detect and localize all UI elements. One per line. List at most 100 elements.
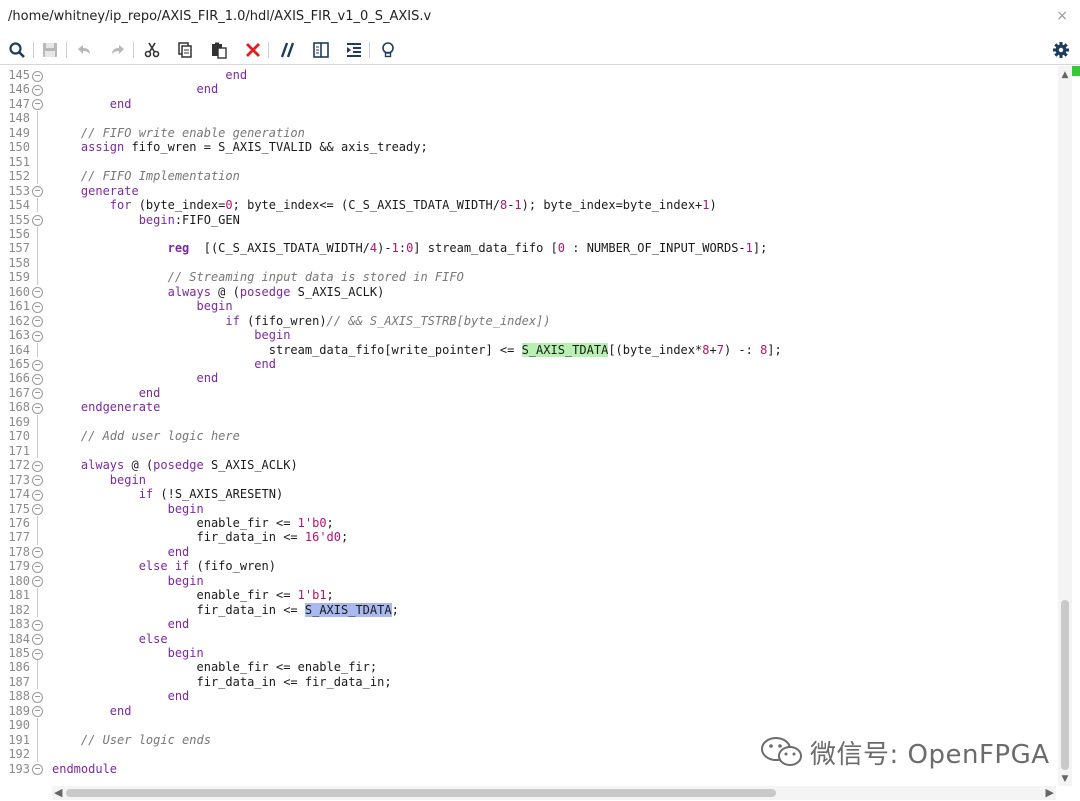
lightbulb-icon[interactable]: [376, 38, 400, 62]
indent-icon[interactable]: [342, 38, 366, 62]
fold-toggle-icon[interactable]: −: [32, 561, 43, 573]
code-line[interactable]: // User logic ends: [52, 733, 211, 747]
gear-icon[interactable]: [1049, 38, 1073, 62]
copy-icon[interactable]: [173, 38, 197, 62]
close-icon[interactable]: ×: [1056, 8, 1068, 24]
code-token-cm: // User logic ends: [80, 732, 211, 747]
code-line[interactable]: // FIFO write enable generation: [52, 126, 305, 140]
fold-toggle-icon[interactable]: −: [32, 634, 43, 646]
search-icon[interactable]: [5, 38, 29, 62]
code-line[interactable]: stream_data_fifo[write_pointer] <= S_AXI…: [52, 342, 782, 357]
fold-toggle-icon[interactable]: −: [32, 330, 43, 342]
code-line[interactable]: enable_fir <= 1'b1;: [52, 588, 333, 602]
code-token-kw: generate: [80, 183, 139, 198]
fold-toggle-icon[interactable]: −: [32, 388, 43, 400]
scroll-down-arrow-icon[interactable]: ▼: [1058, 774, 1072, 784]
code-line[interactable]: enable_fir <= 1'b0;: [52, 515, 333, 530]
fold-guide-line: [37, 125, 38, 141]
horizontal-scrollbar[interactable]: ◀ ▶: [52, 786, 1056, 800]
code-line[interactable]: // Streaming input data is stored in FIF…: [52, 270, 464, 284]
code-line[interactable]: if (fifo_wren)// && S_AXIS_TSTRB[byte_in…: [52, 314, 550, 328]
fold-toggle-icon[interactable]: −: [32, 504, 43, 515]
code-line[interactable]: begin:FIFO_GEN: [52, 213, 240, 227]
code-line[interactable]: begin: [52, 574, 204, 588]
code-line[interactable]: fir_data_in <= S_AXIS_TDATA;: [52, 602, 399, 617]
fold-toggle-icon[interactable]: −: [32, 301, 43, 313]
scroll-up-arrow-icon[interactable]: ▲: [1058, 70, 1072, 80]
code-line[interactable]: // Add user logic here: [52, 429, 240, 443]
code-line[interactable]: end: [52, 545, 190, 559]
fold-toggle-icon[interactable]: −: [32, 373, 43, 385]
fold-toggle-icon[interactable]: −: [32, 359, 43, 371]
code-line[interactable]: end: [52, 82, 219, 96]
paste-icon[interactable]: [207, 38, 231, 62]
fold-toggle-icon[interactable]: −: [32, 619, 43, 631]
code-line[interactable]: if (!S_AXIS_ARESETN): [52, 487, 284, 501]
comment-icon[interactable]: [275, 38, 299, 62]
code-line[interactable]: always @ (posedge S_AXIS_ACLK): [52, 458, 298, 472]
fold-toggle-icon[interactable]: −: [32, 316, 43, 328]
code-line[interactable]: end: [52, 704, 132, 718]
code-token: :: [398, 241, 407, 256]
fold-toggle-icon[interactable]: −: [32, 489, 43, 501]
code-line[interactable]: end: [52, 617, 190, 631]
code-token: (byte_index=: [131, 198, 226, 213]
fold-toggle-icon[interactable]: −: [32, 576, 43, 588]
code-line[interactable]: end: [52, 97, 132, 111]
fold-toggle-icon[interactable]: −: [32, 287, 43, 299]
scroll-right-arrow-icon[interactable]: ▶: [1046, 786, 1054, 799]
code-line[interactable]: else: [52, 632, 168, 646]
code-line[interactable]: reg [(C_S_AXIS_TDATA_WIDTH/4)-1:0] strea…: [52, 241, 768, 256]
line-number: 176: [8, 515, 30, 530]
fold-toggle-icon[interactable]: −: [32, 70, 43, 82]
redo-icon[interactable]: [106, 38, 130, 62]
fold-toggle-icon[interactable]: −: [32, 691, 43, 703]
code-line[interactable]: endgenerate: [52, 400, 160, 414]
code-line[interactable]: endmodule: [52, 762, 117, 776]
code-token-nm: 1'b0: [297, 515, 327, 530]
code-line[interactable]: enable_fir <= enable_fir;: [52, 660, 377, 674]
delete-icon[interactable]: [241, 38, 265, 62]
vertical-scrollbar[interactable]: ▲ ▼: [1058, 66, 1072, 786]
vertical-scroll-thumb[interactable]: [1061, 600, 1069, 770]
code-line[interactable]: begin: [52, 328, 290, 342]
code-line[interactable]: fir_data_in <= 16'd0;: [52, 530, 348, 544]
fold-toggle-icon[interactable]: −: [32, 547, 43, 559]
fold-toggle-icon[interactable]: −: [32, 99, 43, 111]
fold-toggle-icon[interactable]: −: [32, 186, 43, 198]
code-line[interactable]: else if (fifo_wren): [52, 559, 276, 573]
fold-toggle-icon[interactable]: −: [32, 460, 43, 472]
save-icon[interactable]: [38, 38, 62, 62]
code-line[interactable]: end: [52, 689, 190, 703]
horizontal-scroll-thumb[interactable]: [66, 789, 776, 797]
code-editor[interactable]: 145−146−147−148 149 150 151 152 153−154 155−15…: [0, 66, 1056, 786]
scroll-left-arrow-icon[interactable]: ◀: [54, 786, 62, 799]
code-line[interactable]: end: [52, 386, 161, 400]
code-line[interactable]: end: [52, 371, 219, 385]
code-line[interactable]: fir_data_in <= fir_data_in;: [52, 675, 391, 689]
code-line[interactable]: always @ (posedge S_AXIS_ACLK): [52, 285, 385, 299]
code-line[interactable]: assign fifo_wren = S_AXIS_TVALID && axis…: [52, 140, 428, 154]
code-line[interactable]: // FIFO Implementation: [52, 169, 240, 183]
fold-toggle-icon[interactable]: −: [32, 764, 43, 776]
toggle-block-icon[interactable]: [309, 38, 333, 62]
fold-toggle-icon[interactable]: −: [32, 706, 43, 718]
code-line[interactable]: begin: [52, 502, 204, 516]
fold-toggle-icon[interactable]: −: [32, 402, 43, 414]
fold-toggle-icon[interactable]: −: [32, 84, 43, 96]
fold-toggle-icon[interactable]: −: [32, 475, 43, 487]
code-line[interactable]: end: [52, 68, 247, 82]
toolbar-separator: [268, 42, 269, 58]
code-line[interactable]: generate: [52, 184, 139, 198]
undo-icon[interactable]: [72, 38, 96, 62]
code-line[interactable]: for (byte_index=0; byte_index<= (C_S_AXI…: [52, 198, 717, 212]
code-line[interactable]: begin: [52, 473, 146, 487]
fold-toggle-icon[interactable]: −: [32, 648, 43, 660]
cut-icon[interactable]: [140, 38, 164, 62]
toolbar-separator: [66, 42, 67, 58]
code-line[interactable]: begin: [52, 646, 204, 660]
code-line[interactable]: begin: [52, 299, 233, 313]
code-line[interactable]: end: [52, 357, 276, 371]
fold-toggle-icon[interactable]: −: [32, 215, 43, 226]
line-number: 153: [8, 183, 30, 198]
